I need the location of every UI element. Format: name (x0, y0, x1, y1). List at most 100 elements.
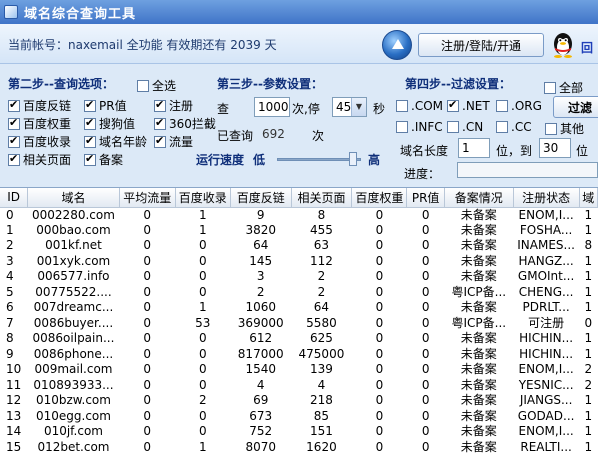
tld-com-checkbox[interactable]: .COM (396, 99, 443, 113)
table-row[interactable]: 5 00775522.... 0 0 2 2 0 0 粤ICP备... CHENG... 1 (0, 285, 598, 301)
table-cell: 0 (198, 424, 207, 439)
table-cell: 0 (143, 253, 152, 268)
table-cell: 0 (143, 439, 152, 453)
table-cell: 0 (143, 300, 152, 315)
table-cell: 1 (584, 346, 593, 361)
table-cell: 0 (375, 300, 384, 315)
table-row[interactable]: 3 001xyk.com 0 0 145 112 0 0 未备案 HANGZ... 1 (0, 254, 598, 270)
column-header[interactable]: 百度收录 (175, 188, 231, 208)
table-cell: 10 (6, 362, 22, 377)
table-cell: 0 (143, 238, 152, 253)
speed-slider-thumb[interactable] (348, 152, 357, 166)
table-cell: 8 (317, 207, 326, 222)
table-cell: 1 (584, 300, 593, 315)
table-row[interactable]: 0 0002280.com 0 1 9 8 0 0 未备案 ENOM,I... 1 (0, 207, 598, 223)
column-header[interactable]: 备案情况 (444, 188, 514, 208)
table-row[interactable]: 9 0086phone... 0 0 817000 475000 0 0 未备案 HICHIN..… (0, 347, 598, 363)
query-count-input[interactable]: 1000 (254, 97, 290, 117)
tld-other-checkbox[interactable]: 其他 (545, 120, 584, 137)
length-to-input[interactable]: 30 (539, 138, 571, 158)
progress-label: 进度： (404, 167, 441, 181)
table-cell: PDRLT... (522, 300, 570, 315)
column-header[interactable]: 注册状态 (513, 188, 580, 208)
chevron-down-icon[interactable]: ▼ (351, 98, 366, 116)
table-row[interactable]: 14 010jf.com 0 0 752 151 0 0 未备案 ENOM,I... 1 (0, 424, 598, 440)
table-cell: JIANGS... (519, 393, 573, 408)
tld-info-checkbox[interactable]: .INFC (396, 120, 443, 134)
table-row[interactable]: 11 010893933... 0 0 4 4 0 0 未备案 YESNIC... 2 (0, 378, 598, 394)
query-label: 查 (217, 102, 230, 116)
tld-org-checkbox[interactable]: .ORG (496, 99, 542, 113)
tld-cc-checkbox[interactable]: .CC (496, 120, 532, 134)
speed-high-label: 高 (368, 153, 381, 167)
option-traffic[interactable]: 流量 (154, 133, 193, 150)
table-cell: 1 (198, 207, 207, 222)
column-header[interactable]: PR值 (406, 188, 445, 208)
table-row[interactable]: 13 010egg.com 0 0 673 85 0 0 未备案 GODAD... 1 (0, 409, 598, 425)
table-cell: 7 (6, 315, 14, 330)
column-header[interactable]: 域 (579, 188, 598, 208)
table-row[interactable]: 15 012bet.com 0 1 8070 1620 0 0 未备案 REALTI... 1 (0, 440, 598, 453)
table-cell: 1060 (245, 300, 276, 315)
length-from-input[interactable]: 1 (458, 138, 490, 158)
table-row[interactable]: 10 009mail.com 0 0 1540 139 0 0 未备案 ENOM,I... 2 (0, 362, 598, 378)
table-cell: 未备案 (460, 439, 497, 453)
app-icon (4, 5, 18, 19)
table-cell: 2 (317, 284, 326, 299)
table-cell: 0 (143, 315, 152, 330)
table-row[interactable]: 1 000bao.com 0 1 3820 455 0 0 未备案 FOSHA... 1 (0, 223, 598, 239)
table-cell: 5 (6, 284, 14, 299)
column-header[interactable]: ID (0, 188, 29, 208)
column-header[interactable]: 相关页面 (291, 188, 353, 208)
table-cell: 369000 (237, 315, 284, 330)
table-row[interactable]: 8 0086oilpain... 0 0 612 625 0 0 未备案 HICHIN... 1 (0, 331, 598, 347)
tld-net-checkbox[interactable]: .NET (447, 98, 490, 113)
option-baidu-weight[interactable]: 百度权重 (8, 115, 71, 132)
globe-icon[interactable] (382, 30, 412, 60)
option-register[interactable]: 注册 (154, 97, 193, 114)
column-header[interactable]: 百度权重 (351, 188, 408, 208)
table-cell: 001kf.net (45, 238, 102, 253)
qq-penguin-icon[interactable] (551, 32, 575, 58)
table-row[interactable]: 6 007dreamc... 0 1 1060 64 0 0 未备案 PDRLT... 1 (0, 300, 598, 316)
table-cell: 4 (317, 377, 326, 392)
table-cell: 0 (421, 269, 430, 284)
option-related-pages[interactable]: 相关页面 (8, 151, 71, 168)
stop-seconds-select[interactable]: 45 ▼ (332, 97, 367, 117)
option-360-block[interactable]: 360拦截 (154, 115, 216, 132)
table-cell: 12 (6, 393, 22, 408)
option-baidu-backlinks[interactable]: 百度反链 (8, 97, 71, 114)
table-row[interactable]: 12 010bzw.com 0 2 69 218 0 0 未备案 JIANGS... 1 (0, 393, 598, 409)
option-domain-age[interactable]: 域名年龄 (84, 133, 147, 150)
table-cell: INAMES... (517, 238, 575, 253)
seconds-label: 秒 (373, 102, 386, 116)
option-icp[interactable]: 备案 (84, 151, 123, 168)
results-table[interactable]: ID 域名 平均流量 百度收录 百度反链 相关页面 百度权重 PR值 备案情况 注册状态域 0 00… (0, 187, 598, 453)
table-row[interactable]: 4 006577.info 0 0 3 2 0 0 未备案 GMOInt... 1 (0, 269, 598, 285)
column-header[interactable]: 域名 (27, 188, 120, 208)
column-header[interactable]: 百度反链 (230, 188, 292, 208)
option-pr[interactable]: PR值 (84, 97, 127, 114)
table-cell: 未备案 (460, 424, 497, 439)
register-login-button[interactable]: 注册/登陆/开通 (418, 33, 544, 57)
table-row[interactable]: 7 0086buyer.... 0 53 369000 5580 0 0 粤ICP备... 可注册… (0, 316, 598, 332)
tld-cn-checkbox[interactable]: .CN (447, 120, 483, 134)
table-row[interactable]: 2 001kf.net 0 0 64 63 0 0 未备案 INAMES... 8 (0, 238, 598, 254)
filter-button[interactable]: 过滤 (553, 96, 598, 118)
table-cell: 1 (584, 253, 593, 268)
table-cell: 1 (584, 222, 593, 237)
table-cell: 0 (198, 408, 207, 423)
step3-title: 第三步--参数设置： (217, 77, 323, 91)
option-sogou[interactable]: 搜狗值 (84, 115, 135, 132)
back-link[interactable]: 回 (581, 39, 593, 56)
column-header[interactable]: 平均流量 (119, 188, 176, 208)
table-cell: 3820 (245, 222, 276, 237)
select-all-checkbox[interactable]: 全选 (137, 77, 176, 94)
table-cell: 1 (584, 439, 593, 453)
table-cell: 0 (198, 377, 207, 392)
filter-all-checkbox[interactable]: 全部 (544, 79, 583, 96)
table-cell: 218 (309, 393, 333, 408)
table-cell: 625 (309, 331, 333, 346)
table-cell: 0 (421, 253, 430, 268)
option-baidu-index[interactable]: 百度收录 (8, 133, 71, 150)
